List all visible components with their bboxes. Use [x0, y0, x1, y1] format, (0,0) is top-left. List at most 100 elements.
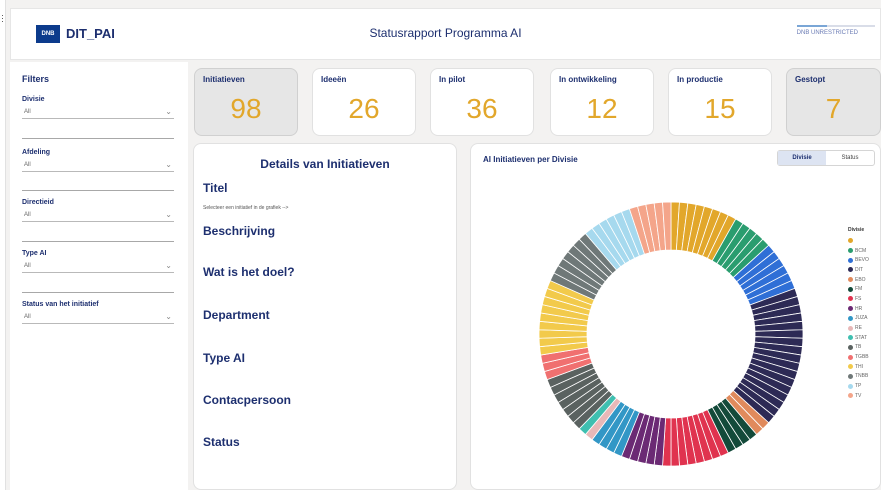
legend-swatch: [848, 248, 853, 254]
legend-item[interactable]: JUZA: [848, 314, 869, 324]
legend-item[interactable]: HR: [848, 304, 869, 314]
filter-divider: [22, 138, 174, 139]
legend-item[interactable]: TB: [848, 343, 869, 353]
legend-swatch: [848, 257, 853, 263]
report-header: DNB DIT_PAI Statusrapport Programma AI D…: [10, 8, 881, 60]
field-department: Department: [203, 308, 270, 322]
card-gestopt[interactable]: Gestopt 7: [786, 68, 881, 136]
legend-item[interactable]: BEVO: [848, 255, 869, 265]
classification-bar: [796, 25, 875, 27]
filters-heading: Filters: [22, 74, 50, 84]
legend-swatch: [848, 286, 853, 292]
legend-swatch: [848, 306, 853, 312]
legend-item[interactable]: TV: [848, 391, 869, 401]
legend-label: TGBB: [855, 354, 869, 361]
filter-value: All: [24, 314, 31, 320]
legend-label: RE: [855, 325, 862, 332]
chevron-down-icon: ⌄: [165, 261, 172, 270]
filter-value: All: [24, 212, 31, 218]
card-initiatieven[interactable]: Initiatieven 98: [194, 68, 298, 136]
legend-item[interactable]: STAT: [848, 333, 869, 343]
filter-label: Afdeling: [22, 149, 50, 156]
legend-label: TP: [855, 383, 862, 390]
card-label: In pilot: [439, 75, 466, 84]
legend-item[interactable]: RE: [848, 323, 869, 333]
filter-directieid-select[interactable]: All ⌄: [22, 209, 174, 222]
legend-item[interactable]: TNBB: [848, 372, 869, 382]
filter-label: Directieid: [22, 199, 54, 206]
chart-title: AI Initiatieven per Divisie: [483, 155, 578, 164]
card-label: Gestopt: [795, 75, 826, 84]
legend-item[interactable]: [848, 236, 869, 246]
filter-directieid: Directieid All ⌄: [22, 199, 174, 222]
chevron-down-icon: ⌄: [165, 107, 172, 116]
card-value: 36: [466, 93, 498, 124]
legend-swatch: [848, 393, 853, 399]
field-beschrijving: Beschrijving: [203, 224, 276, 238]
legend-item[interactable]: THI: [848, 362, 869, 372]
classification-text: DNB UNRESTRICTED: [796, 30, 858, 36]
card-in-ontwikkeling[interactable]: In ontwikkeling 12: [550, 68, 654, 136]
legend-swatch: [848, 296, 853, 302]
legend-swatch: [848, 364, 853, 370]
legend-item[interactable]: EBO: [848, 275, 869, 285]
legend-label: BCM: [855, 247, 867, 254]
filter-value: All: [24, 263, 31, 269]
filter-status: Status van het initiatief All ⌄: [22, 301, 174, 324]
left-rail: · · ·: [0, 0, 6, 490]
filter-value: All: [24, 109, 31, 115]
field-contacpersoon: Contacpersoon: [203, 393, 292, 407]
legend-swatch: [848, 325, 853, 331]
legend-label: STAT: [855, 334, 868, 341]
filter-divider: [22, 241, 174, 242]
legend-swatch: [848, 277, 853, 283]
legend-item[interactable]: TGBB: [848, 352, 869, 362]
legend-label: HR: [855, 305, 863, 312]
filter-afdeling: Afdeling All ⌄: [22, 149, 174, 172]
legend-label: TB: [855, 344, 862, 351]
chart-panel: AI Initiatieven per Divisie Divisie Stat…: [470, 143, 881, 490]
legend-label: TV: [855, 392, 862, 399]
legend-item[interactable]: BCM: [848, 246, 869, 256]
legend-label: BEVO: [855, 257, 869, 264]
field-titel: Titel: [203, 181, 228, 195]
chevron-down-icon: ⌄: [165, 312, 172, 321]
card-value: 15: [704, 93, 736, 124]
legend-label: EBO: [855, 276, 866, 283]
more-icon[interactable]: · · ·: [1, 11, 4, 26]
card-in-pilot[interactable]: In pilot 36: [430, 68, 534, 136]
filter-type-ai-select[interactable]: All ⌄: [22, 260, 174, 273]
filters-panel: Filters Divisie All ⌄ Afdeling All ⌄ Dir…: [10, 62, 188, 490]
card-in-productie[interactable]: In productie 15: [668, 68, 772, 136]
filter-type-ai: Type AI All ⌄: [22, 250, 174, 273]
card-value: 98: [230, 93, 262, 124]
page-title: Statusrapport Programma AI: [369, 26, 522, 40]
filter-label: Type AI: [22, 250, 47, 257]
view-toggle: Divisie Status: [777, 150, 875, 166]
filter-divider: [22, 292, 174, 293]
legend-item[interactable]: FM: [848, 284, 869, 294]
legend-label: FM: [855, 286, 863, 293]
filter-status-select[interactable]: All ⌄: [22, 311, 174, 324]
legend-item[interactable]: TP: [848, 381, 869, 391]
legend-item[interactable]: FS: [848, 294, 869, 304]
legend-label: TNBB: [855, 373, 869, 380]
card-ideeen[interactable]: Ideeën 26: [312, 68, 416, 136]
filter-divisie-select[interactable]: All ⌄: [22, 106, 174, 119]
toggle-status[interactable]: Status: [826, 151, 874, 165]
details-heading: Details van Initiatieven: [260, 157, 390, 171]
toggle-divisie[interactable]: Divisie: [778, 151, 826, 165]
chevron-down-icon: ⌄: [165, 160, 172, 169]
donut-chart[interactable]: [531, 194, 811, 474]
legend-label: DIT: [855, 266, 864, 273]
legend-swatch: [848, 383, 853, 389]
classification-label: DNB UNRESTRICTED: [796, 25, 875, 36]
legend-swatch: [848, 354, 853, 360]
legend-label: THI: [855, 363, 864, 370]
legend-swatch: [848, 344, 853, 350]
legend-swatch: [848, 335, 853, 341]
chart-legend: Divisie BCM BEVO DIT EBO FM FS HR JUZA RE STAT TB T…: [848, 227, 869, 401]
filter-afdeling-select[interactable]: All ⌄: [22, 159, 174, 172]
legend-swatch: [848, 238, 853, 244]
legend-item[interactable]: DIT: [848, 265, 869, 275]
